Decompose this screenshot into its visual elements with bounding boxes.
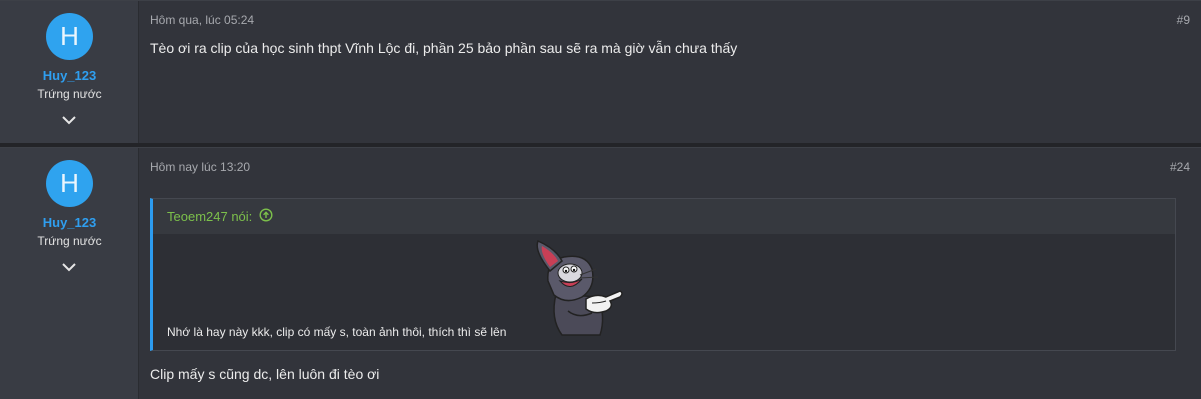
post-number[interactable]: #24 bbox=[1170, 160, 1190, 174]
post-content: Hôm nay lúc 13:20 #24 Teoem247 nói: Nhớ … bbox=[140, 148, 1201, 399]
post-24: H Huy_123 Trứng nước Hôm nay lúc 13:20 #… bbox=[0, 147, 1201, 399]
user-info: H Huy_123 Trứng nước bbox=[0, 148, 139, 399]
avatar[interactable]: H bbox=[46, 160, 93, 207]
user-title: Trứng nước bbox=[37, 234, 102, 248]
cat-sticker bbox=[536, 239, 623, 336]
quote-text: Nhớ là hay này kkk, clip có mấy s, toàn … bbox=[167, 325, 507, 339]
username-link[interactable]: Huy_123 bbox=[0, 215, 139, 230]
quote-author-link[interactable]: Teoem247 nói: bbox=[167, 209, 252, 224]
post-message: Tèo ơi ra clip của học sinh thpt Vĩnh Lộ… bbox=[150, 40, 738, 56]
quote-header: Teoem247 nói: bbox=[153, 199, 1175, 234]
user-info: H Huy_123 Trứng nước bbox=[0, 1, 139, 143]
user-title: Trứng nước bbox=[37, 87, 102, 101]
post-content: Hôm qua, lúc 05:24 #9 Tèo ơi ra clip của… bbox=[140, 1, 1201, 143]
chevron-down-icon[interactable] bbox=[62, 262, 76, 272]
post-date[interactable]: Hôm nay lúc 13:20 bbox=[150, 160, 250, 174]
quote-block: Teoem247 nói: Nhớ là hay này kkk, clip c… bbox=[150, 198, 1176, 351]
post-date[interactable]: Hôm qua, lúc 05:24 bbox=[150, 13, 254, 27]
post-9: H Huy_123 Trứng nước Hôm qua, lúc 05:24 … bbox=[0, 0, 1201, 143]
chevron-down-icon[interactable] bbox=[62, 115, 76, 125]
avatar[interactable]: H bbox=[46, 13, 93, 60]
post-number[interactable]: #9 bbox=[1177, 13, 1190, 27]
post-message: Clip mấy s cũng dc, lên luôn đi tèo ơi bbox=[150, 366, 380, 382]
username-link[interactable]: Huy_123 bbox=[0, 68, 139, 83]
arrow-up-circle-icon[interactable] bbox=[259, 208, 273, 222]
